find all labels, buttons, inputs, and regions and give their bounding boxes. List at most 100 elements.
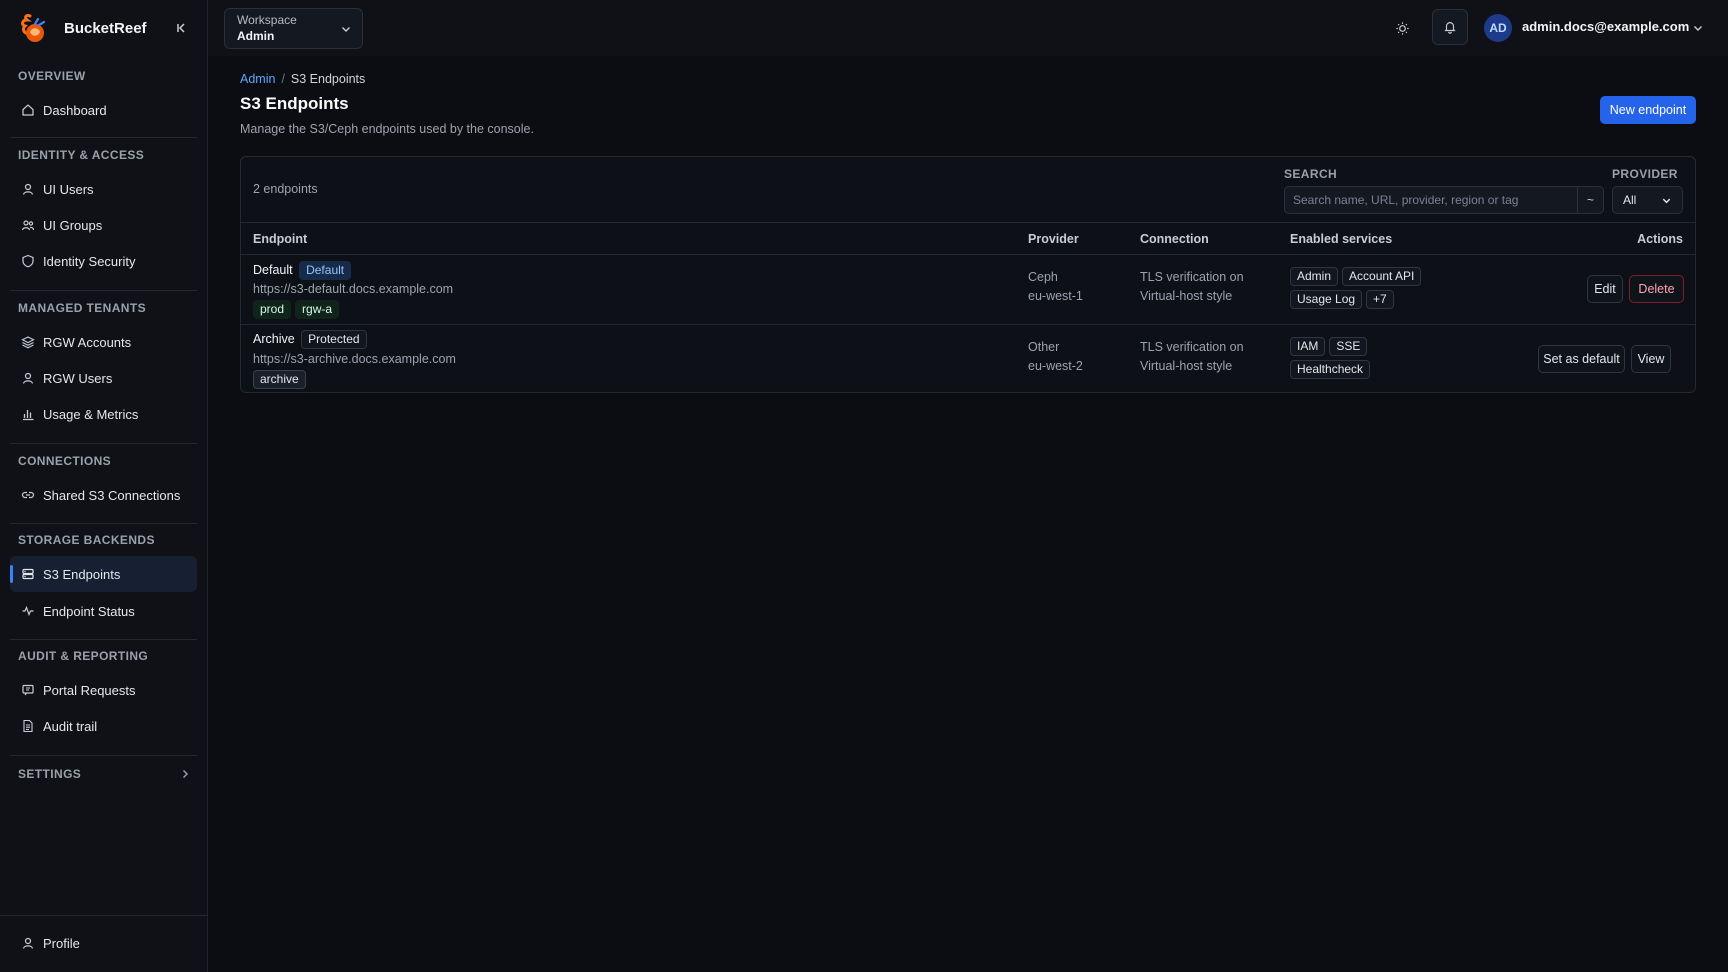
sidebar-item-ui-users[interactable]: UI Users [10, 171, 197, 207]
sidebar-item-label: UI Groups [43, 217, 103, 233]
table-row: Default Default https://s3-default.docs.… [241, 255, 1695, 324]
divider [0, 915, 208, 916]
search-input[interactable] [1284, 186, 1578, 214]
workspace-switcher[interactable]: Workspace Admin [224, 8, 363, 49]
breadcrumb: Admin / S3 Endpoints [240, 72, 365, 86]
more-services-badge[interactable]: +7 [1366, 290, 1394, 309]
section-title: IDENTITY & ACCESS [18, 148, 145, 162]
endpoint-name: Archive [253, 332, 295, 346]
sidebar-item-label: Shared S3 Connections [43, 487, 181, 503]
nav-section-storage: STORAGE BACKENDS S3 Endpoints Endpoint S… [10, 532, 197, 629]
avatar[interactable]: AD [1484, 14, 1512, 42]
sidebar-item-portal-requests[interactable]: Portal Requests [10, 672, 197, 708]
divider [10, 290, 197, 291]
sidebar-item-label: UI Users [43, 181, 94, 197]
link-icon [21, 491, 35, 499]
endpoint-count: 2 endpoints [253, 182, 318, 196]
topbar: Workspace Admin AD admin.docs@example.co… [208, 0, 1728, 56]
view-button[interactable]: View [1631, 345, 1671, 373]
sidebar-item-rgw-users[interactable]: RGW Users [10, 360, 197, 396]
provider-select[interactable]: All [1612, 186, 1683, 214]
default-badge: Default [299, 261, 352, 280]
service-tag: Healthcheck [1290, 360, 1371, 379]
sidebar-item-label: S3 Endpoints [43, 566, 121, 582]
nav-section-audit: AUDIT & REPORTING Portal Requests Audit … [10, 648, 197, 744]
breadcrumb-link-admin[interactable]: Admin [240, 72, 275, 86]
sidebar-item-identity-security[interactable]: Identity Security [10, 243, 197, 279]
sidebar-item-ui-groups[interactable]: UI Groups [10, 207, 197, 243]
notifications-button[interactable] [1432, 9, 1468, 45]
sidebar-item-label: Dashboard [43, 102, 107, 118]
home-icon [22, 104, 34, 116]
layers-icon [21, 336, 35, 349]
column-header-services: Enabled services [1290, 232, 1393, 246]
sidebar-item-rgw-accounts[interactable]: RGW Accounts [10, 324, 197, 360]
provider-region: eu-west-2 [1028, 359, 1083, 373]
edit-button[interactable]: Edit [1587, 275, 1623, 303]
page-title: S3 Endpoints [240, 94, 349, 113]
new-endpoint-button[interactable]: New endpoint [1600, 96, 1696, 124]
sidebar-item-s3-endpoints[interactable]: S3 Endpoints [10, 556, 197, 592]
bucketreef-logo-icon [21, 14, 46, 42]
endpoint-url: https://s3-archive.docs.example.com [253, 352, 456, 366]
endpoint-url: https://s3-default.docs.example.com [253, 282, 454, 296]
page-subtitle: Manage the S3/Ceph endpoints used by the… [240, 122, 534, 136]
divider [10, 443, 197, 444]
sidebar-item-shared-s3-connections[interactable]: Shared S3 Connections [10, 477, 197, 513]
divider [10, 137, 197, 138]
divider [10, 755, 197, 756]
service-tag: Admin [1290, 267, 1339, 286]
theme-toggle-button[interactable] [1390, 16, 1414, 40]
endpoint-name-cell: Archive Protected [253, 330, 371, 349]
search-clear-button[interactable]: ~ [1578, 186, 1604, 214]
provider-name: Ceph [1028, 270, 1058, 284]
divider [10, 523, 197, 524]
search-label: SEARCH [1284, 167, 1338, 181]
sidebar-item-label: Profile [43, 935, 80, 951]
table-row: Archive Protected https://s3-archive.doc… [241, 324, 1695, 393]
divider [10, 639, 197, 640]
sidebar-item-label: Audit trail [43, 718, 98, 734]
user-icon [22, 372, 34, 384]
brand[interactable]: BucketReef [18, 10, 190, 46]
bell-icon [1444, 22, 1456, 34]
provider-region: eu-west-1 [1028, 289, 1083, 303]
endpoints-card: 2 endpoints SEARCH ~ PROVIDER All Endpoi… [240, 156, 1696, 393]
sidebar-item-usage-metrics[interactable]: Usage & Metrics [10, 396, 197, 432]
provider-select-value: All [1623, 193, 1637, 207]
user-icon [22, 937, 34, 949]
endpoint-name: Default [253, 263, 293, 277]
sidebar-item-label: Identity Security [43, 253, 136, 269]
tag: rgw-a [295, 300, 340, 319]
sidebar-item-audit-trail[interactable]: Audit trail [10, 708, 197, 744]
sidebar-item-endpoint-status[interactable]: Endpoint Status [10, 593, 197, 629]
sidebar-item-label: Endpoint Status [43, 603, 135, 619]
sun-icon [1395, 21, 1409, 35]
sidebar-item-label: RGW Users [43, 370, 113, 386]
shield-icon [22, 254, 34, 268]
user-email[interactable]: admin.docs@example.com [1522, 19, 1689, 34]
chevron-down-icon[interactable] [1692, 22, 1704, 34]
services-cell: Admin Account API Usage Log +7 [1290, 267, 1490, 309]
section-title: STORAGE BACKENDS [18, 533, 155, 547]
workspace-label: Workspace [237, 13, 297, 27]
sidebar-item-label: Portal Requests [43, 682, 136, 698]
breadcrumb-separator: / [281, 72, 285, 86]
tls-status: TLS verification on [1140, 270, 1244, 284]
bar-chart-icon [23, 410, 34, 421]
breadcrumb-current: S3 Endpoints [290, 72, 366, 86]
collapse-sidebar-icon[interactable] [174, 20, 190, 36]
activity-icon [22, 605, 34, 617]
column-header-endpoint: Endpoint [253, 232, 308, 246]
service-tag: Usage Log [1290, 290, 1363, 309]
sidebar-item-profile[interactable]: Profile [10, 925, 197, 961]
sidebar-item-label: RGW Accounts [43, 334, 132, 350]
delete-button[interactable]: Delete [1629, 275, 1684, 303]
column-header-provider: Provider [1028, 232, 1079, 246]
sidebar-settings-toggle[interactable]: SETTINGS [10, 764, 197, 784]
sidebar-item-dashboard[interactable]: Dashboard [10, 92, 197, 128]
set-default-button[interactable]: Set as default [1538, 345, 1625, 373]
app-name: BucketReef [64, 19, 147, 37]
file-text-icon [23, 719, 33, 733]
section-title: OVERVIEW [18, 69, 86, 83]
